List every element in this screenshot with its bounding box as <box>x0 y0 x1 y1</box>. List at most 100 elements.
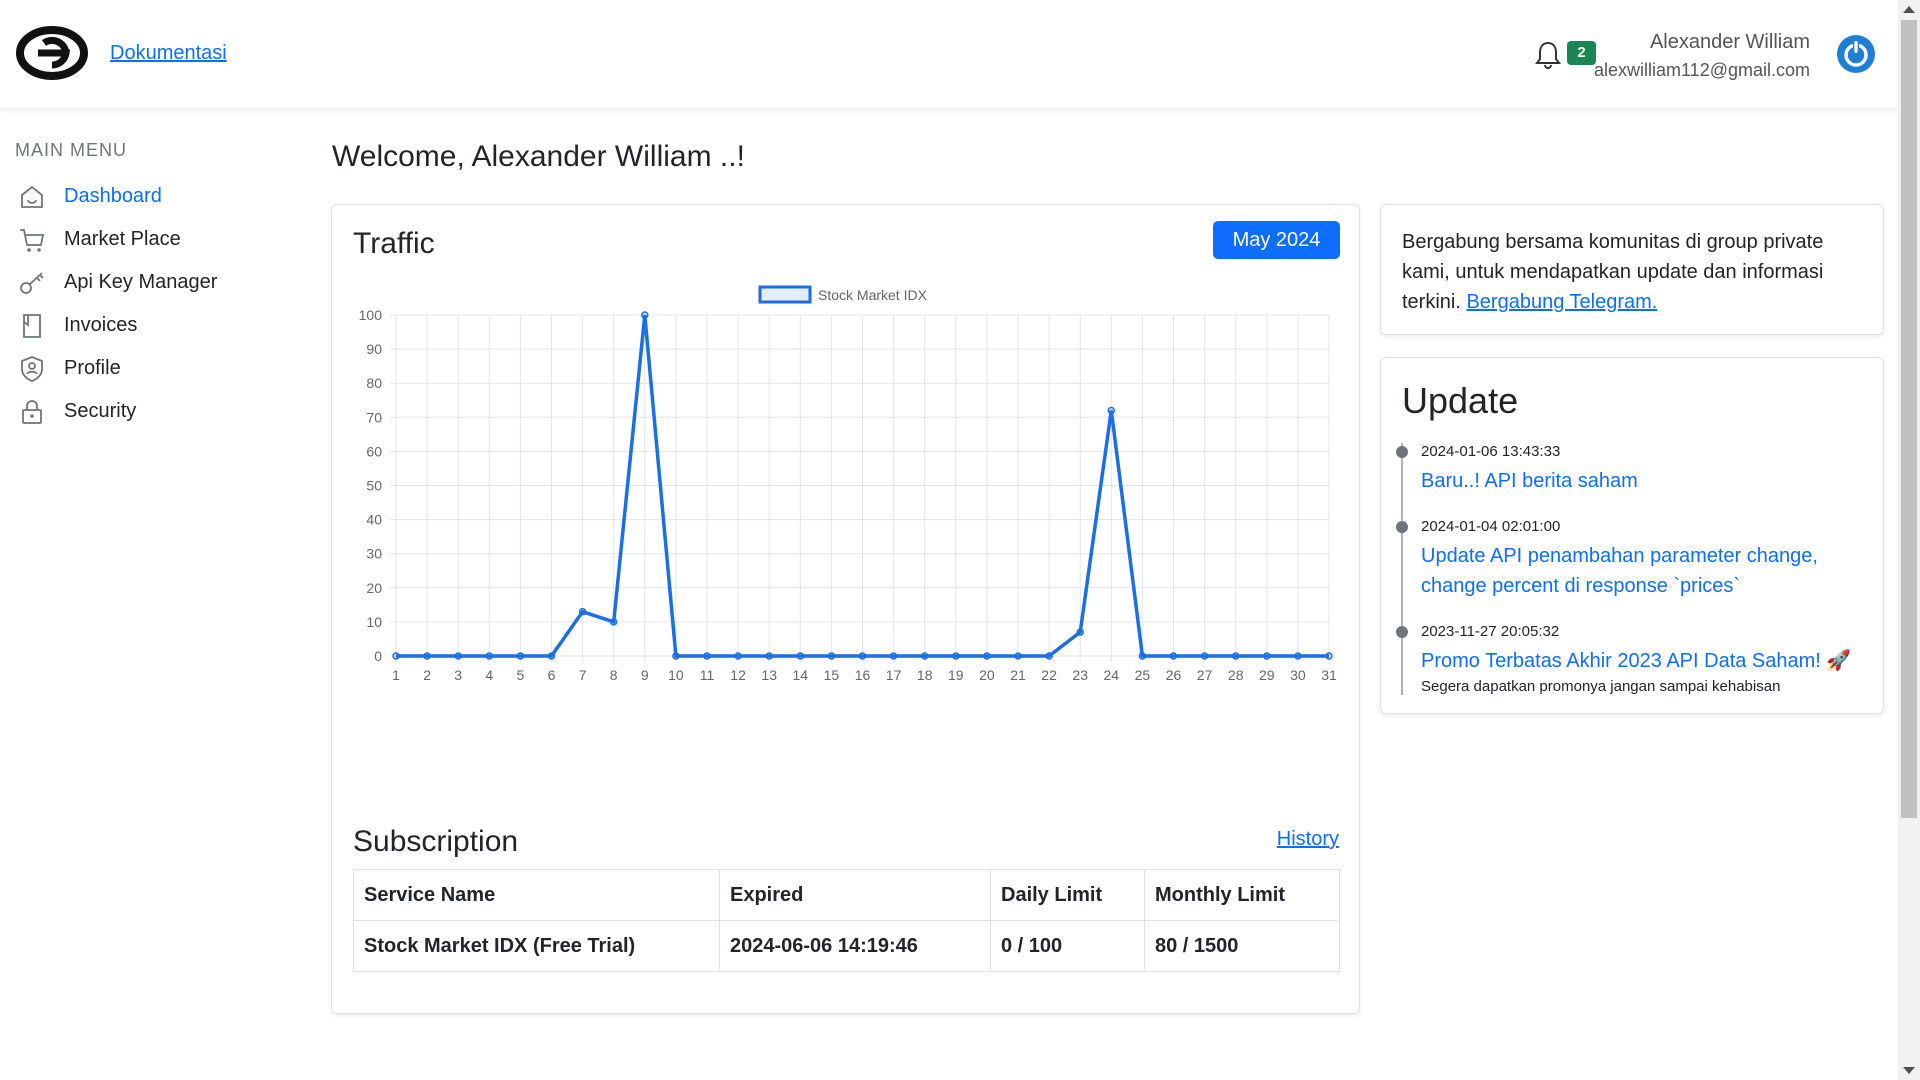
sidebar-item-label: Api Key Manager <box>64 271 218 293</box>
sidebar-item-market-place[interactable]: Market Place <box>15 218 275 261</box>
update-title: Update <box>1402 380 1519 421</box>
data-point <box>1325 652 1333 660</box>
data-point <box>1294 652 1302 660</box>
data-point <box>1138 652 1147 660</box>
table-cell: 2024-06-06 14:19:46 <box>719 920 991 972</box>
telegram-card: Bergabung bersama komunitas di group pri… <box>1380 204 1884 335</box>
table-header-row: Service Name Expired Daily Limit Monthly… <box>353 869 1340 921</box>
sidebar-item-dashboard[interactable]: Dashboard <box>15 175 275 218</box>
x-tick-label: 27 <box>1197 667 1213 683</box>
timeline-item: 2024-01-06 13:43:33 Baru..! API berita s… <box>1396 443 1871 496</box>
y-tick-label: 80 <box>366 375 382 391</box>
data-point <box>827 652 836 660</box>
x-tick-label: 24 <box>1104 667 1120 683</box>
sidebar-item-label: Profile <box>64 357 121 379</box>
sidebar-menu: Dashboard Market Place Api Key Manager I… <box>15 175 275 433</box>
x-tick-label: 1 <box>392 667 400 683</box>
traffic-title: Traffic <box>353 227 435 260</box>
timeline-dot <box>1396 626 1408 638</box>
x-tick-label: 13 <box>761 667 777 683</box>
data-point <box>423 652 431 660</box>
x-tick-label: 18 <box>917 667 933 683</box>
table-row: Stock Market IDX (Free Trial) 2024-06-06… <box>353 920 1340 972</box>
x-tick-label: 3 <box>454 667 462 683</box>
data-point <box>734 652 742 660</box>
bell-icon[interactable] <box>1534 40 1562 70</box>
y-tick-label: 0 <box>374 648 382 664</box>
timeline-date: 2023-11-27 20:05:32 <box>1421 623 1560 640</box>
x-tick-label: 31 <box>1321 667 1337 683</box>
x-tick-label: 5 <box>517 667 525 683</box>
page-scrollbar[interactable] <box>1898 0 1920 1080</box>
data-point <box>796 652 805 660</box>
data-point <box>1107 406 1116 415</box>
month-select-button[interactable]: May 2024 <box>1213 221 1340 259</box>
x-tick-label: 14 <box>793 667 809 683</box>
scroll-up-arrow[interactable] <box>1903 6 1915 13</box>
x-tick-label: 28 <box>1228 667 1244 683</box>
update-timeline: 2024-01-06 13:43:33 Baru..! API berita s… <box>1396 443 1871 695</box>
y-tick-label: 20 <box>366 580 382 596</box>
scroll-thumb[interactable] <box>1901 20 1917 818</box>
documentation-link[interactable]: Dokumentasi <box>110 42 227 65</box>
user-name: Alexander William <box>1649 31 1810 53</box>
x-tick-label: 30 <box>1290 667 1306 683</box>
welcome-heading: Welcome, Alexander William ..! <box>332 140 745 173</box>
home-icon <box>15 182 49 212</box>
table-cell: 80 / 1500 <box>1144 920 1340 972</box>
data-point <box>1076 628 1084 636</box>
notification-badge: 2 <box>1567 41 1596 65</box>
sidebar-item-api-key-manager[interactable]: Api Key Manager <box>15 261 275 304</box>
x-tick-label: 22 <box>1041 667 1057 683</box>
column-header: Expired <box>719 869 991 921</box>
data-point <box>392 652 400 660</box>
data-point <box>920 652 929 660</box>
data-point <box>952 652 960 660</box>
timeline-dot <box>1396 446 1408 458</box>
traffic-card: Traffic May 2024 1 2 3 4 5 6 7 8 9 10 11 12 13 14 15 16… <box>331 204 1360 1014</box>
x-tick-label: 4 <box>485 667 493 683</box>
power-icon[interactable] <box>1836 34 1876 74</box>
y-tick-label: 90 <box>366 341 382 357</box>
data-point <box>547 652 556 660</box>
x-tick-label: 7 <box>579 667 587 683</box>
data-point <box>454 652 462 660</box>
data-point <box>578 607 587 616</box>
scroll-down-arrow[interactable] <box>1903 1067 1915 1074</box>
top-bar: Dokumentasi 2 Alexander William alexwill… <box>0 0 1898 108</box>
timeline-link[interactable]: Update API penambahan parameter change, … <box>1421 541 1871 601</box>
sidebar-item-profile[interactable]: Profile <box>15 347 275 390</box>
data-point <box>765 652 773 660</box>
sidebar-item-label: Market Place <box>64 228 181 250</box>
x-tick-label: 8 <box>610 667 618 683</box>
profile-shield-icon <box>15 354 49 384</box>
x-tick-label: 2 <box>423 667 431 683</box>
timeline-dot <box>1396 521 1408 533</box>
sidebar-item-label: Invoices <box>64 314 138 336</box>
y-tick-label: 70 <box>366 409 382 425</box>
brand-logo[interactable] <box>16 26 88 80</box>
timeline-link[interactable]: Baru..! API berita saham <box>1421 466 1871 496</box>
data-point <box>858 652 867 660</box>
history-link[interactable]: History <box>1277 828 1339 851</box>
data-point <box>1169 652 1178 660</box>
invoice-icon <box>15 311 49 341</box>
telegram-link[interactable]: Bergabung Telegram. <box>1466 291 1657 313</box>
x-tick-label: 21 <box>1010 667 1026 683</box>
data-point <box>1263 652 1271 660</box>
sidebar-item-security[interactable]: Security <box>15 390 275 433</box>
sidebar-item-invoices[interactable]: Invoices <box>15 304 275 347</box>
timeline-description: Segera dapatkan promonya jangan sampai k… <box>1421 678 1781 695</box>
key-icon <box>15 268 49 298</box>
column-header: Service Name <box>353 869 720 921</box>
x-tick-label: 29 <box>1259 667 1275 683</box>
timeline-link[interactable]: Promo Terbatas Akhir 2023 API Data Saham… <box>1421 646 1871 676</box>
y-tick-label: 50 <box>366 478 382 494</box>
data-point <box>1231 652 1240 660</box>
subscription-title: Subscription <box>353 825 519 858</box>
x-tick-label: 11 <box>700 667 715 683</box>
data-point <box>1014 652 1022 660</box>
data-point <box>516 652 525 660</box>
update-card: Update 2024-01-06 13:43:33 Baru..! API b… <box>1380 357 1884 714</box>
y-tick-label: 60 <box>366 443 382 459</box>
